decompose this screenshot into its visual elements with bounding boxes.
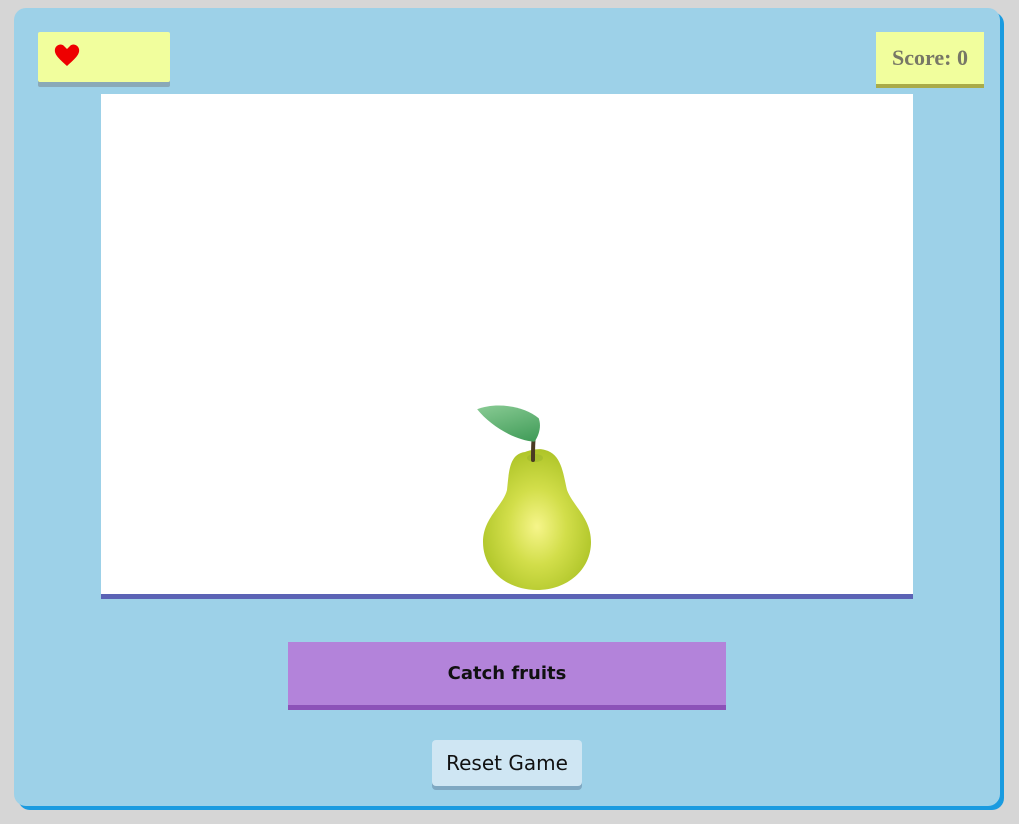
score-label: Score: — [892, 45, 952, 70]
pear-icon[interactable] — [463, 404, 595, 594]
game-canvas[interactable] — [101, 94, 913, 599]
heart-icon — [54, 44, 80, 66]
catch-fruits-label: Catch fruits — [447, 663, 567, 684]
reset-game-button[interactable]: Reset Game — [432, 740, 582, 786]
catch-fruits-button[interactable]: Catch fruits — [288, 642, 726, 705]
lives-panel — [38, 32, 170, 82]
score-display: Score: 0 — [876, 32, 984, 84]
score-value: 0 — [956, 45, 968, 70]
